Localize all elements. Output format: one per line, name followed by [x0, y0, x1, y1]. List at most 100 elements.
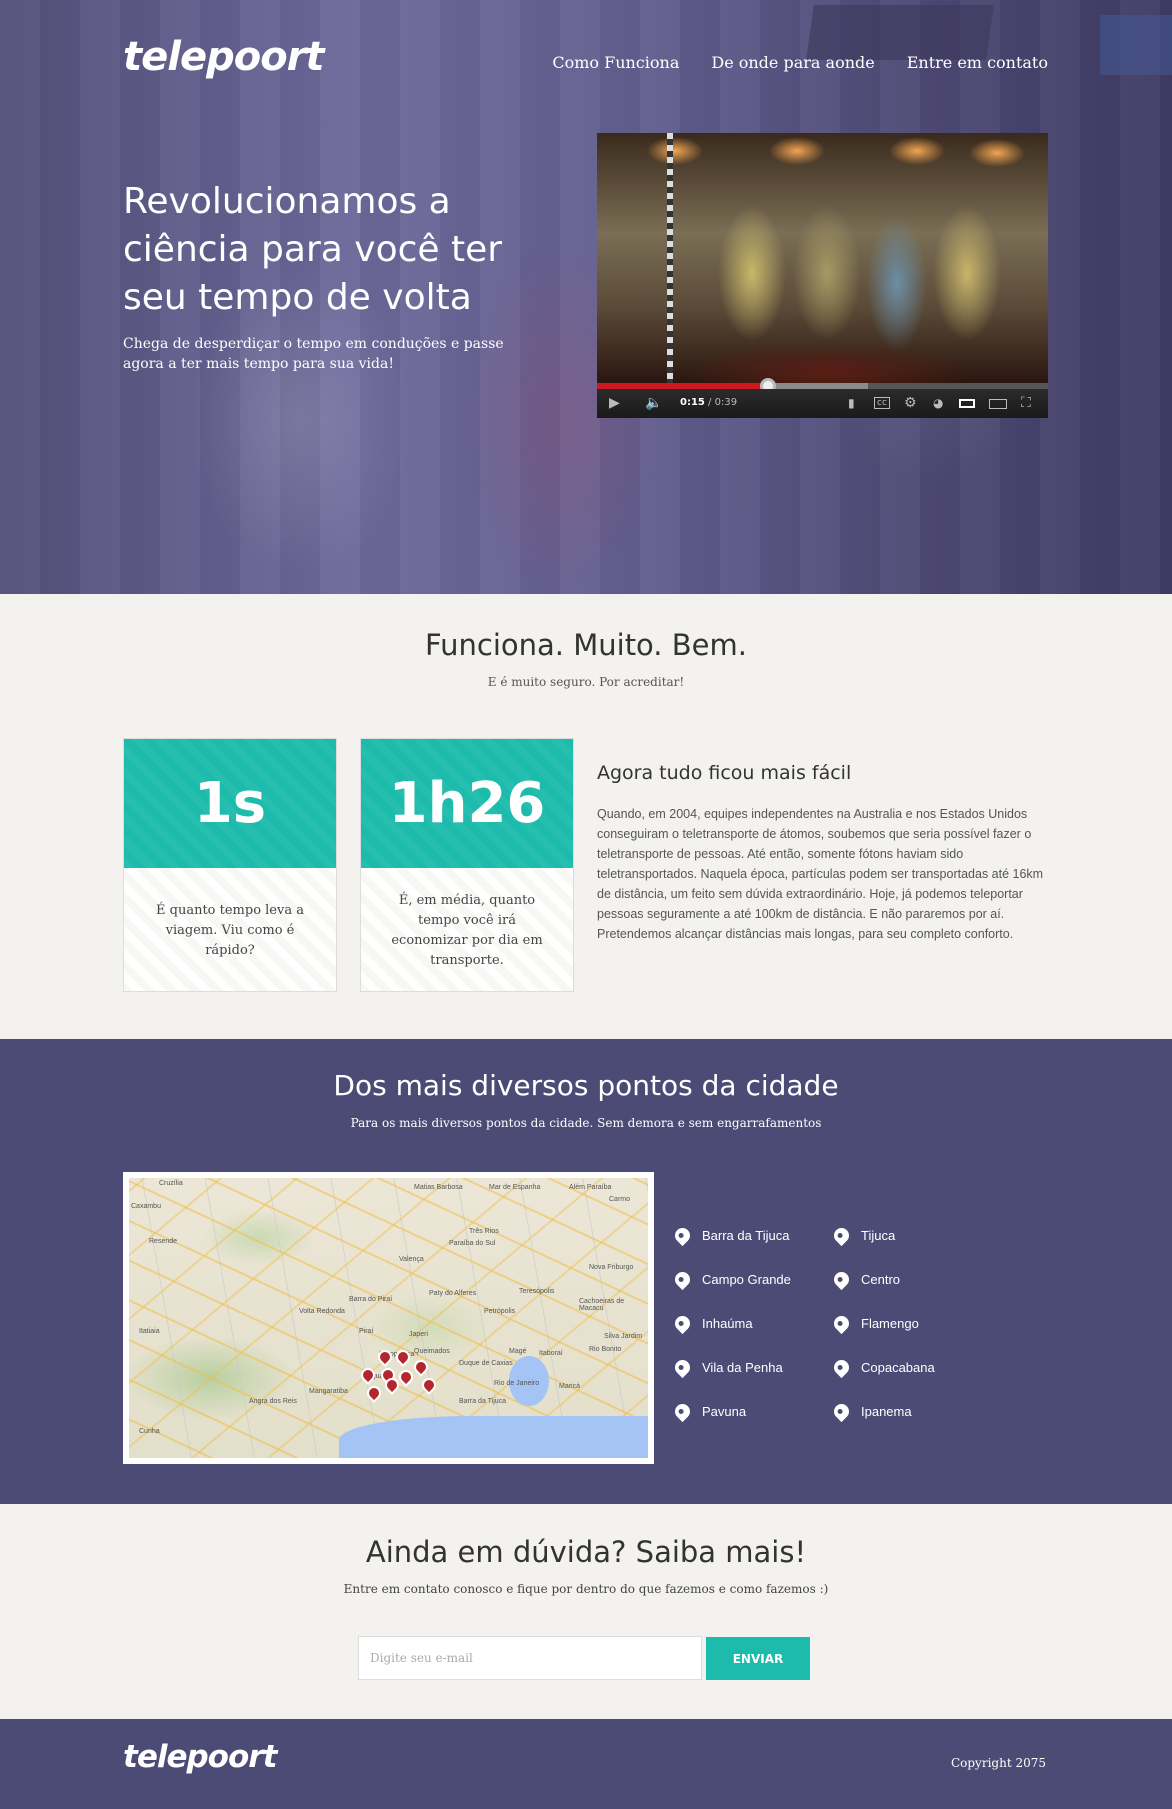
place-name: Vila da Penha [702, 1359, 783, 1375]
stat-card-header: 1h26 [361, 739, 573, 868]
map-place-label: Cunha [139, 1428, 160, 1435]
video-time: 0:15 / 0:39 [680, 397, 737, 408]
hero-subtitle: Chega de desperdiçar o tempo em conduçõe… [123, 336, 504, 372]
place-item[interactable]: Flamengo [830, 1301, 935, 1345]
map-place-label: Magé [509, 1348, 527, 1355]
place-item[interactable]: Inhaúma [671, 1301, 791, 1345]
cc-icon[interactable]: cc [874, 397, 890, 409]
map-pin-icon [671, 1312, 694, 1334]
small-player-icon[interactable] [959, 399, 975, 408]
pontos-section: Dos mais diversos pontos da cidade Para … [0, 1039, 1172, 1504]
map-place-label: Rio de Janeiro [494, 1380, 540, 1387]
duvida-subtitle: Entre em contato conosco e fique por den… [343, 1582, 829, 1596]
map-place-label: Três Rios [469, 1228, 499, 1235]
place-item[interactable]: Tijuca [830, 1213, 935, 1257]
place-item[interactable]: Copacabana [830, 1345, 935, 1389]
places-list: Tijuca Centro Flamengo Copacabana Ipanem… [830, 1213, 935, 1433]
hero-title: Revolucionamos a ciência para você ter s… [123, 181, 503, 318]
duvida-title: Ainda em dúvida? Saiba mais! [365, 1535, 807, 1569]
map-place-label: Mangaratiba [309, 1388, 348, 1395]
nav-entre-em-contato[interactable]: Entre em contato [907, 53, 1048, 72]
map-pin-icon [830, 1400, 853, 1422]
volume-icon[interactable]: 🔈 [645, 395, 662, 411]
nav-como-funciona[interactable]: Como Funciona [552, 53, 679, 72]
place-name: Campo Grande [702, 1271, 791, 1287]
map-pin-icon [830, 1356, 853, 1378]
map-place-label: Barra do Piraí [349, 1296, 393, 1303]
map-place-label: Caxambu [131, 1203, 161, 1210]
map-sea [339, 1416, 648, 1458]
map-place-label: Queimados [414, 1348, 450, 1355]
place-name: Ipanema [861, 1403, 912, 1419]
map-place-label: Carmo [609, 1196, 631, 1203]
email-field[interactable] [358, 1636, 702, 1680]
map-pin-icon [671, 1224, 694, 1246]
place-name: Barra da Tijuca [702, 1227, 790, 1243]
map-pin-icon[interactable] [419, 1375, 439, 1395]
map-pin-icon[interactable] [364, 1383, 384, 1403]
video-controls: ▶ 🔈 0:15 / 0:39 ▮ cc ⚙ ◕ ⛶ [597, 389, 1048, 418]
large-player-icon[interactable] [989, 399, 1007, 409]
place-item[interactable]: Ipanema [830, 1389, 935, 1433]
fullscreen-icon[interactable]: ⛶ [1021, 395, 1031, 411]
video-duration: / 0:39 [704, 397, 738, 408]
map-place-label: Cachoeiras de Macacu [579, 1298, 625, 1312]
place-item[interactable]: Centro [830, 1257, 935, 1301]
place-item[interactable]: Pavuna [671, 1389, 791, 1433]
place-name: Pavuna [702, 1403, 747, 1419]
footer: telepoort Copyright 2075 [0, 1719, 1172, 1809]
play-icon[interactable]: ▶ [609, 395, 620, 411]
map-place-label: Rio Bonito [589, 1346, 622, 1353]
map-pin-icon [671, 1268, 694, 1290]
main-nav: Como Funciona De onde para aonde Entre e… [552, 53, 1048, 72]
video-player[interactable]: ▶ 🔈 0:15 / 0:39 ▮ cc ⚙ ◕ ⛶ [597, 133, 1048, 418]
place-item[interactable]: Campo Grande [671, 1257, 791, 1301]
stat-card-body: É, em média, quanto tempo você irá econo… [361, 868, 573, 991]
watch-later-icon[interactable]: ◕ [933, 395, 943, 411]
city-map[interactable]: Cruzília Caxambu Matias Barbosa Mar de Espa… [123, 1172, 654, 1464]
captions-icon[interactable]: ▮ [848, 395, 855, 411]
map-pin-icon[interactable] [358, 1365, 378, 1385]
map-pin-icon [671, 1400, 694, 1422]
place-name: Tijuca [861, 1227, 896, 1243]
stat-description: É quanto tempo leva a viagem. Viu como é… [156, 902, 304, 958]
nav-de-onde-para-aonde[interactable]: De onde para aonde [711, 53, 874, 72]
place-item[interactable]: Vila da Penha [671, 1345, 791, 1389]
stat-card-header: 1s [124, 739, 336, 868]
map-place-label: Barra da Tijuca [459, 1398, 507, 1405]
logo[interactable]: telepoort [123, 34, 325, 80]
map-pin-icon [830, 1312, 853, 1334]
map-place-label: Volta Redonda [299, 1308, 345, 1315]
footer-logo[interactable]: telepoort [123, 1739, 277, 1775]
stat-card-travel-time: 1s É quanto tempo leva a viagem. Viu com… [123, 738, 337, 992]
copyright: Copyright 2075 [950, 1756, 1046, 1770]
stat-card-body: É quanto tempo leva a viagem. Viu como é… [124, 868, 336, 991]
settings-icon[interactable]: ⚙ [904, 395, 917, 411]
map-place-label: Itaboraí [539, 1350, 563, 1357]
map-pin-icon[interactable] [411, 1357, 431, 1377]
send-button[interactable]: ENVIAR [706, 1637, 810, 1680]
background-sign [806, 5, 994, 60]
stat-value: 1s [193, 771, 267, 836]
info-title: Agora tudo ficou mais fácil [597, 762, 852, 784]
map-place-label: Matias Barbosa [414, 1184, 463, 1191]
map-place-label: Mar de Espanha [489, 1184, 541, 1191]
map-place-label: Itatiaia [139, 1328, 160, 1335]
map-place-label: Angra dos Reis [249, 1398, 297, 1405]
map-pin-icon [830, 1224, 853, 1246]
place-name: Copacabana [861, 1359, 935, 1375]
map-canvas[interactable]: Cruzília Caxambu Matias Barbosa Mar de Espa… [129, 1178, 648, 1458]
stat-card-time-saved: 1h26 É, em média, quanto tempo você irá … [360, 738, 574, 992]
map-place-label: Além Paraíba [569, 1184, 612, 1191]
pontos-title: Dos mais diversos pontos da cidade [333, 1069, 839, 1102]
map-pin-icon [671, 1356, 694, 1378]
map-place-label: Piraí [359, 1328, 374, 1335]
map-place-label: Valença [399, 1256, 424, 1263]
place-item[interactable]: Barra da Tijuca [671, 1213, 791, 1257]
place-name: Centro [861, 1271, 901, 1287]
video-frame[interactable] [597, 133, 1048, 383]
stat-value: 1h26 [388, 771, 546, 836]
map-place-label: Duque de Caxias [459, 1360, 513, 1367]
video-current-time: 0:15 [680, 397, 705, 408]
map-place-label: Paty do Alferes [429, 1290, 477, 1297]
